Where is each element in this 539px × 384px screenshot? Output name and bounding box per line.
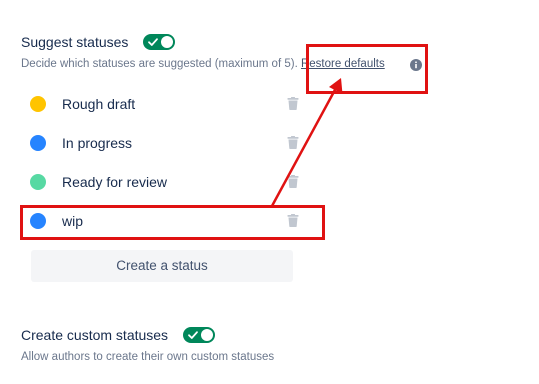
annotation-arrow (270, 78, 343, 208)
